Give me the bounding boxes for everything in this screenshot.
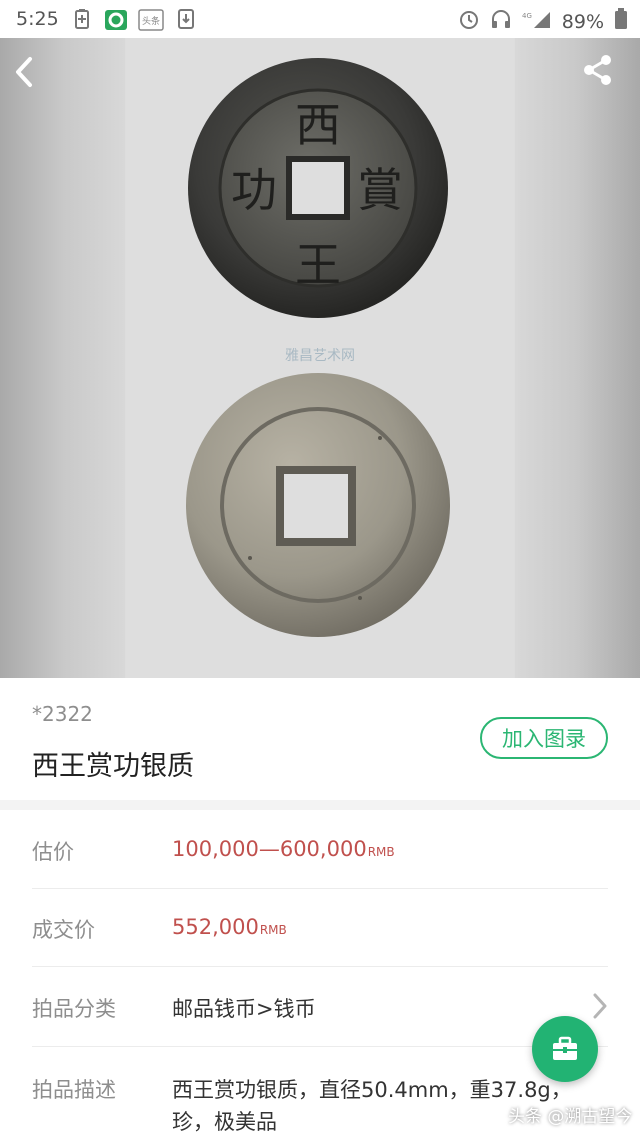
floating-action-button[interactable] xyxy=(532,1016,598,1082)
source-credit: 头条 @溯古望今 xyxy=(508,1107,633,1127)
detail-label: 成交价 xyxy=(32,918,95,942)
section-divider xyxy=(0,800,640,810)
detail-label: 拍品分类 xyxy=(32,997,116,1021)
detail-label: 拍品描述 xyxy=(32,1078,116,1102)
lot-title: 西王赏功银质 xyxy=(32,751,194,782)
toutiao-app-icon: 头条 xyxy=(138,9,164,31)
category-value: 邮品钱币>钱币 xyxy=(172,997,316,1021)
status-bar: 5:25 头条 4G 89% xyxy=(0,0,640,38)
detail-row-category[interactable]: 拍品分类 邮品钱币>钱币 xyxy=(32,966,608,1047)
svg-text:賞: 賞 xyxy=(357,163,403,217)
svg-text:4G: 4G xyxy=(522,12,532,20)
svg-text:头条: 头条 xyxy=(142,15,160,27)
detail-label: 估价 xyxy=(32,840,74,864)
status-right: 4G 89% xyxy=(458,8,628,35)
battery-icon xyxy=(614,8,628,35)
sold-price-value: 552,000RMB xyxy=(172,915,287,939)
coin-images: 西 王 賞 功 雅昌艺术网 xyxy=(186,58,450,637)
lot-image[interactable]: 西 王 賞 功 雅昌艺术网 xyxy=(0,38,640,678)
download-icon xyxy=(178,9,196,29)
app-notification-icon xyxy=(104,9,128,30)
briefcase-icon xyxy=(553,1036,577,1060)
lot-info: *2322 西王赏功银质 加入图录 xyxy=(0,678,640,800)
coin-reverse xyxy=(186,373,450,637)
add-to-catalog-button[interactable]: 加入图录 xyxy=(480,717,608,759)
lot-number: *2322 xyxy=(32,702,93,726)
svg-text:功: 功 xyxy=(231,163,277,217)
status-time: 5:25 xyxy=(16,8,59,30)
detail-row-estimate: 估价 100,000—600,000RMB xyxy=(32,810,608,889)
svg-text:王: 王 xyxy=(295,238,341,292)
chevron-left-icon xyxy=(16,57,32,87)
headphones-icon xyxy=(490,8,512,35)
battery-level: 89% xyxy=(561,10,604,33)
coin-obverse: 西 王 賞 功 xyxy=(188,58,448,318)
alarm-icon xyxy=(458,8,480,35)
back-button[interactable] xyxy=(14,56,58,100)
detail-row-description: 拍品描述 西王赏功银质，直径50.4mm，重37.8g， 珍，极美品 xyxy=(32,1046,608,1146)
svg-text:西: 西 xyxy=(295,98,341,152)
battery-charging-icon xyxy=(74,9,92,29)
share-button[interactable] xyxy=(582,54,626,98)
signal-icon: 4G xyxy=(522,9,552,34)
chevron-right-icon xyxy=(592,992,608,1024)
share-icon xyxy=(584,55,611,85)
watermark-text: 雅昌艺术网 xyxy=(285,348,355,364)
detail-row-sold-price: 成交价 552,000RMB xyxy=(32,888,608,967)
estimate-value: 100,000—600,000RMB xyxy=(172,837,395,861)
